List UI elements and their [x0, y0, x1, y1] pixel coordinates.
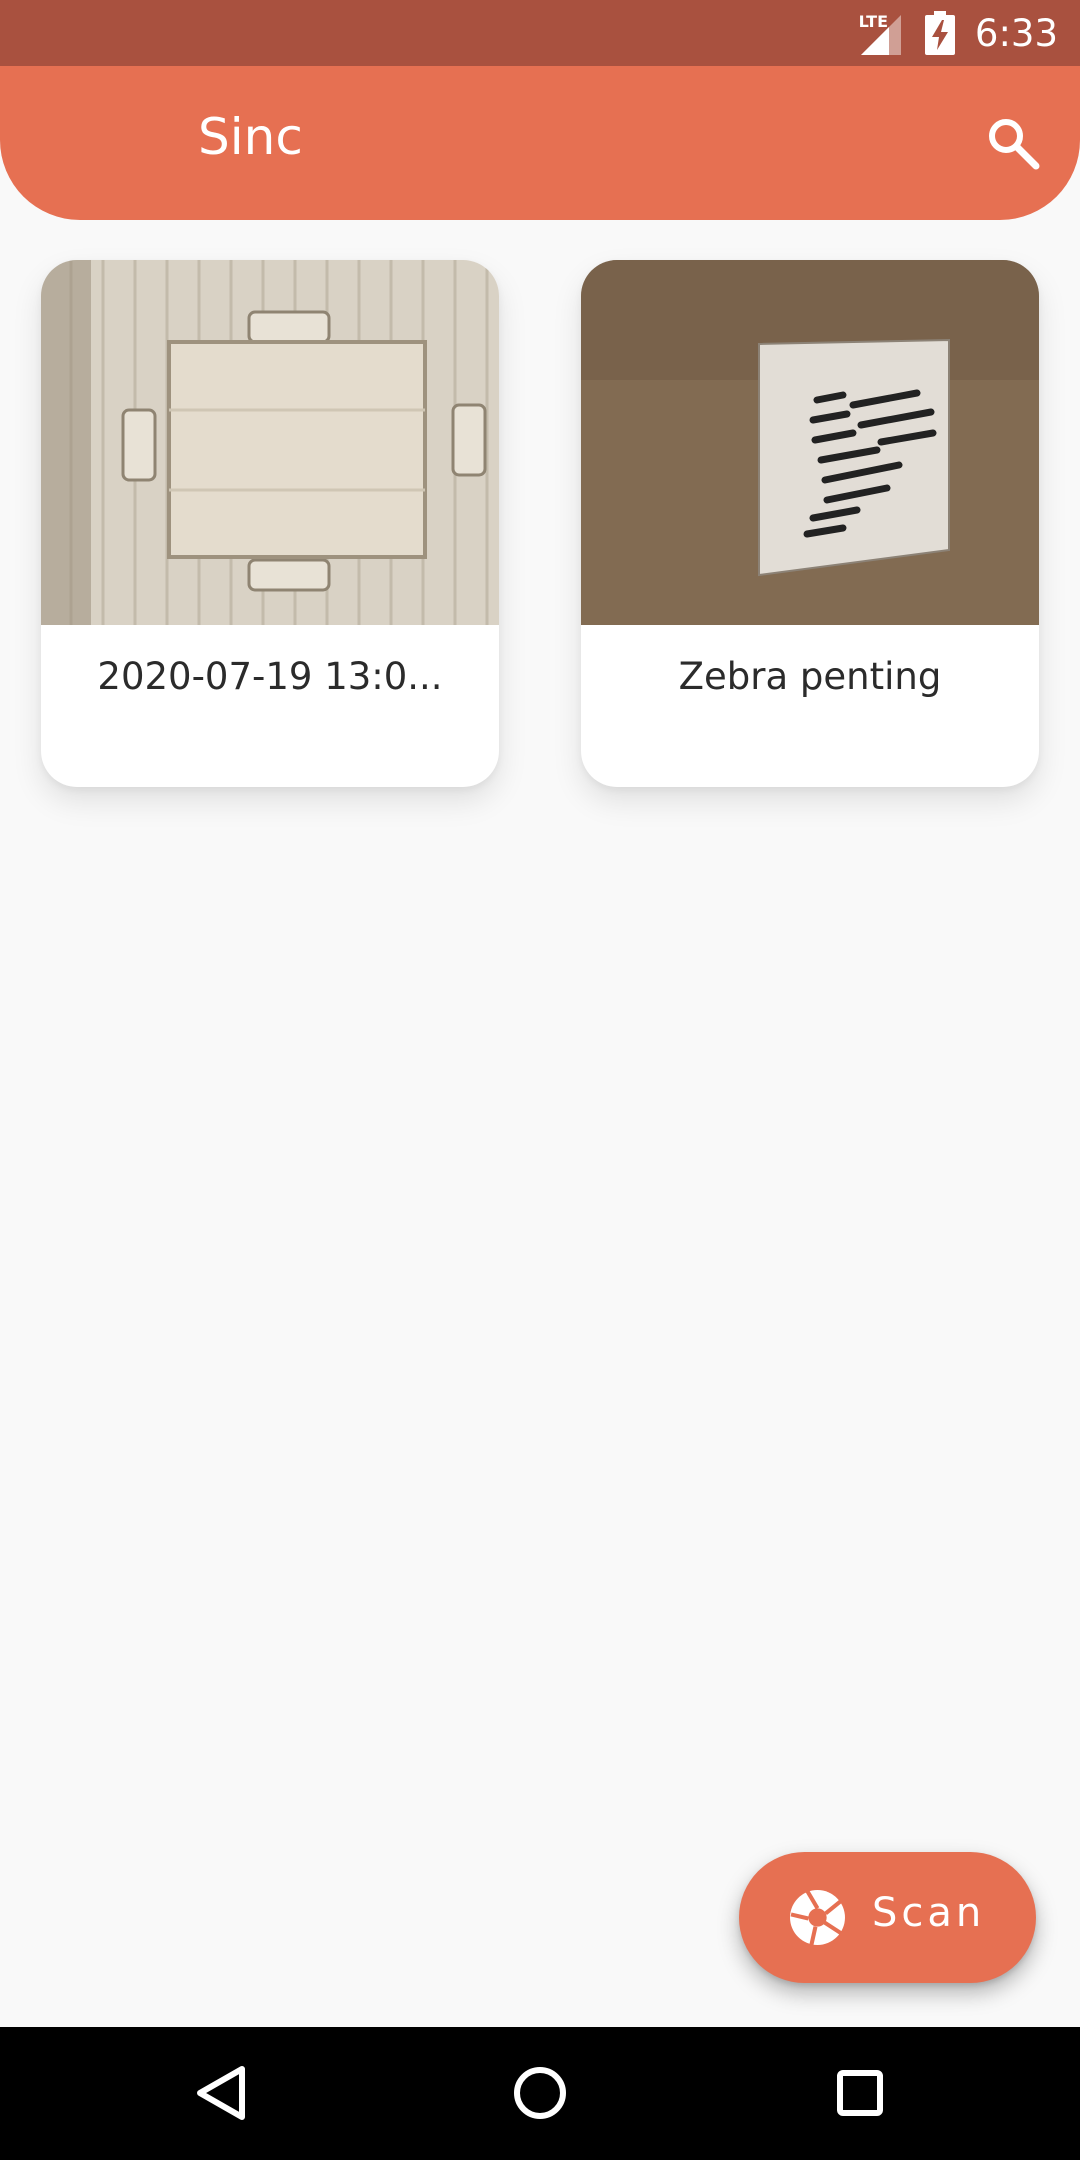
back-icon	[197, 2066, 245, 2120]
home-button[interactable]	[480, 2027, 600, 2160]
scan-button-label: Scan	[872, 1890, 986, 1936]
navigation-bar	[0, 2027, 1080, 2160]
battery-charging-icon	[924, 11, 955, 55]
scan-card[interactable]: 2020-07-19 13:0...	[41, 260, 499, 787]
home-icon	[514, 2067, 566, 2119]
recents-button[interactable]	[800, 2027, 920, 2160]
back-button[interactable]	[160, 2027, 280, 2160]
signal-icon	[860, 15, 901, 55]
scan-card[interactable]: Zebra penting	[581, 260, 1039, 787]
status-bar: LTE 6:33	[0, 0, 1080, 66]
scan-button[interactable]: Scan	[739, 1852, 1036, 1983]
recents-icon	[837, 2070, 883, 2116]
card-title: Zebra penting	[678, 655, 942, 698]
app-bar: Sinc	[0, 66, 1080, 220]
card-title: 2020-07-19 13:0...	[97, 655, 443, 698]
zebra-painting-photo	[581, 260, 1039, 625]
clock: 6:33	[974, 11, 1058, 55]
camera-shutter-icon	[790, 1890, 845, 1946]
page-title: Sinc	[198, 108, 303, 166]
search-icon[interactable]	[982, 112, 1044, 174]
table-and-chairs-photo	[41, 260, 499, 625]
